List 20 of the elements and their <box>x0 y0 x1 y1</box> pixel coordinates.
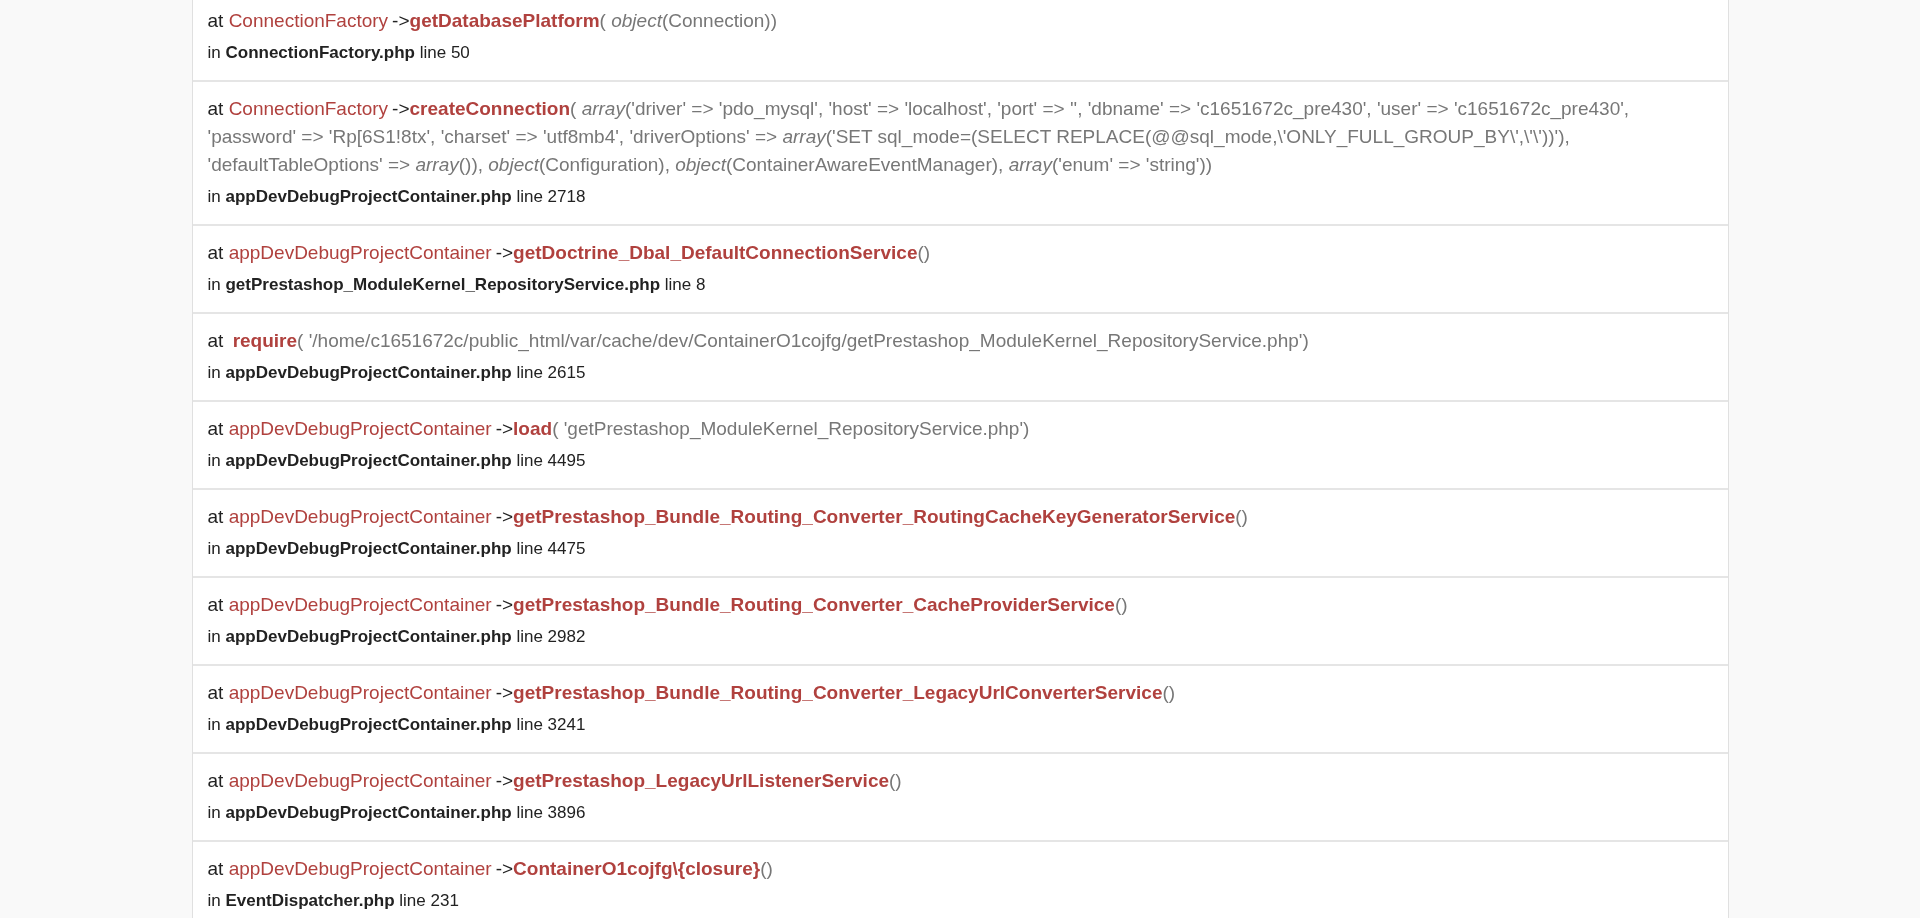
stack-frame-call: at appDevDebugProjectContainer ->getPrestashop_Bundle_Routing_Converter_CacheProviderService() <box>207 593 1129 617</box>
stack-frame-location: in ConnectionFactory.php line 50 <box>207 42 471 64</box>
stack-frame-location: in EventDispatcher.php line 231 <box>207 890 460 912</box>
stack-frame-call: at ConnectionFactory ->getDatabasePlatform( object(Connection)) <box>207 9 779 33</box>
stack-frame-call: at appDevDebugProjectContainer ->getPrestashop_LegacyUrlListenerService() <box>207 769 903 793</box>
stack-frame-call: at appDevDebugProjectContainer ->load( 'getPrestashop_ModuleKernel_RepositoryService.php') <box>207 417 1031 442</box>
stack-frame-call: at appDevDebugProjectContainer ->ContainerO1cojfg\{closure}() <box>207 857 774 881</box>
stack-frame-location: in appDevDebugProjectContainer.php line 4475 <box>207 538 587 560</box>
stack-frame-call: at appDevDebugProjectContainer ->getPrestashop_Bundle_Routing_Converter_RoutingCacheKeyGeneratorService() <box>207 505 1249 529</box>
stack-frame-location: in appDevDebugProjectContainer.php line 4495 <box>207 450 587 472</box>
stack-frame-location: in getPrestashop_ModuleKernel_RepositoryService.php line 8 <box>207 274 707 296</box>
stack-frame-location: in appDevDebugProjectContainer.php line 2615 <box>207 362 587 384</box>
stack-frame-call: at require( '/home/c1651672c/public_html/var/cache/dev/ContainerO1cojfg/getPrestashop_ModuleKernel_RepositoryService.php') <box>207 329 1310 354</box>
stack-frame-call: at appDevDebugProjectContainer ->getDoctrine_Dbal_DefaultConnectionService() <box>207 241 932 265</box>
stack-frame-call: at appDevDebugProjectContainer ->getPrestashop_Bundle_Routing_Converter_LegacyUrlConverterService() <box>207 681 1177 705</box>
stack-frame-location: in appDevDebugProjectContainer.php line 3896 <box>207 802 587 824</box>
stack-frame-location: in appDevDebugProjectContainer.php line 2982 <box>207 626 587 648</box>
stack-frame-location: in appDevDebugProjectContainer.php line 3241 <box>207 714 587 736</box>
stack-frame-call: at ConnectionFactory ->createConnection( array('driver' => 'pdo_mysql', 'host' => 'localhost', 'port' => '', 'dbname' => 'c1651672c_pre430', 'user' => 'c1651672c_pre430', 'password' => 'Rp[6S1!8tx', 'charset' => 'utf8mb4', 'driverOptions' => array('SET sql_mode=(SELECT REPLACE(@@sql_mode,\'ONLY_FULL_GROUP_BY\',\'\'))'), 'defaultTableOptions' => array()), object(Configuration), object(ContainerAwareEventManager), array('enum' => 'string')) <box>207 97 1631 177</box>
stack-frame-location: in appDevDebugProjectContainer.php line 2718 <box>207 186 587 208</box>
